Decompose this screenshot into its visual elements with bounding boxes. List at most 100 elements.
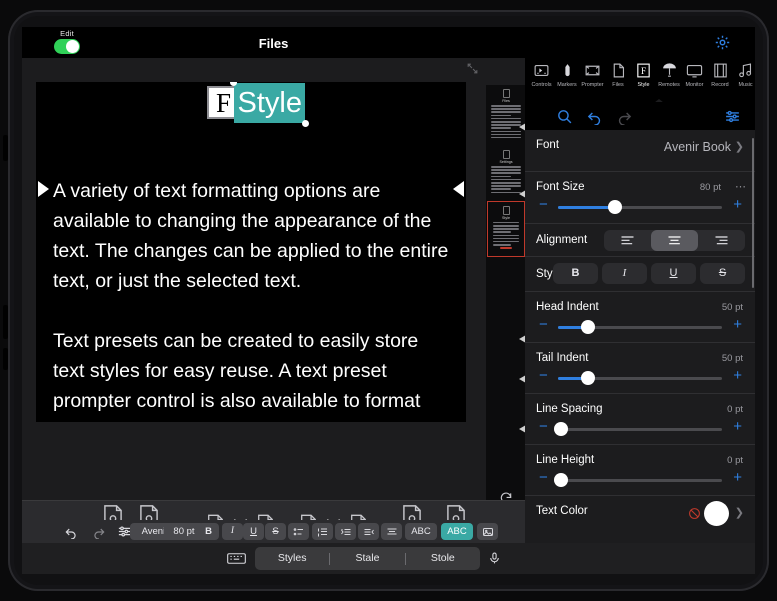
panel-scrollbar[interactable] (751, 138, 754, 288)
abc-highlight-button[interactable]: ABC (441, 523, 473, 540)
document-body[interactable]: A variety of text formatting options are… (53, 176, 449, 416)
slider-knob[interactable] (580, 320, 595, 334)
list-bullet-icon[interactable] (288, 523, 309, 540)
minimap-highlight-line (499, 247, 513, 249)
tail-indent-slider[interactable] (558, 371, 722, 385)
minimap-section[interactable]: Style (487, 200, 525, 258)
expand-icon[interactable] (466, 62, 479, 75)
suggestion-list[interactable]: Styles Stale Stole (255, 547, 480, 570)
minimap-line (491, 178, 521, 181)
gear-icon[interactable] (714, 34, 731, 51)
bold-button[interactable]: B (553, 263, 598, 284)
decrement-button[interactable]: − (539, 419, 548, 435)
minimap-line (491, 111, 521, 113)
align-center-icon[interactable] (651, 230, 698, 251)
microphone-icon[interactable] (488, 550, 501, 567)
slider-knob[interactable] (580, 371, 595, 385)
film-icon (710, 62, 731, 80)
chevron-right-icon[interactable]: ❯ (735, 506, 744, 519)
document-canvas[interactable]: F Style A variety of text formatting opt… (36, 82, 466, 422)
title-block[interactable]: F Style (36, 82, 466, 127)
strikethrough-button[interactable]: S (700, 263, 745, 284)
paragraph[interactable]: Text presets can be created to easily st… (53, 326, 449, 416)
row-line-height[interactable]: Line Height 0 pt − + (525, 444, 755, 495)
selection-handle-end[interactable] (301, 120, 309, 127)
row-text-color[interactable]: Text Color ❯ (525, 495, 755, 531)
suggestion-item[interactable]: Styles (255, 547, 329, 570)
paragraph[interactable]: A variety of text formatting options are… (53, 176, 449, 296)
volume-up-button[interactable] (3, 135, 8, 161)
selected-text[interactable]: Style (234, 83, 305, 123)
italic-button[interactable]: I (222, 523, 243, 540)
list-numbered-icon[interactable] (312, 523, 333, 540)
row-label: Font Size (536, 181, 585, 193)
row-head-indent[interactable]: Head Indent 50 pt − + (525, 291, 755, 342)
bold-button[interactable]: B (198, 523, 219, 540)
row-font[interactable]: Font Avenir Book ❯ (525, 130, 755, 171)
decrement-button[interactable]: − (539, 317, 548, 333)
align-center-icon[interactable] (381, 523, 402, 540)
text-selection[interactable]: Style (230, 82, 309, 127)
italic-button[interactable]: I (602, 263, 647, 284)
slider-knob[interactable] (608, 200, 623, 214)
document-minimap[interactable]: Files Settings Style (486, 85, 526, 513)
abc-plain-button[interactable]: ABC (405, 523, 437, 540)
decrement-button[interactable]: − (539, 368, 548, 384)
suggestion-item[interactable]: Stole (406, 547, 480, 570)
underline-button[interactable]: U (243, 523, 264, 540)
increment-button[interactable]: + (733, 419, 742, 435)
increment-button[interactable]: + (733, 317, 742, 333)
line-spacing-slider[interactable] (554, 422, 722, 436)
undo-button[interactable] (60, 523, 81, 540)
tab-label: Music (738, 82, 753, 88)
decrement-button[interactable]: − (539, 470, 548, 486)
row-tail-indent[interactable]: Tail Indent 50 pt − + (525, 342, 755, 393)
font-size-slider[interactable] (558, 200, 722, 214)
decrement-button[interactable]: − (539, 197, 548, 213)
panel-settings-icon[interactable] (724, 108, 741, 125)
style-button-group[interactable]: B I U S (553, 263, 745, 284)
minimap-line (491, 133, 521, 136)
slider-knob[interactable] (554, 422, 569, 436)
minimap-line (493, 234, 519, 237)
indent-increase-icon[interactable] (335, 523, 356, 540)
keyboard-icon[interactable] (227, 552, 246, 565)
redo-icon[interactable] (616, 108, 633, 126)
minimap-line (491, 169, 521, 171)
row-line-spacing[interactable]: Line Spacing 0 pt − + (525, 393, 755, 444)
align-right-icon[interactable] (698, 230, 745, 251)
increment-button[interactable]: + (733, 368, 742, 384)
indent-decrease-icon[interactable] (358, 523, 379, 540)
more-options-icon[interactable]: ⋯ (735, 180, 747, 193)
screen: Edit Files F Style A variety of text for… (22, 27, 755, 574)
line-height-slider[interactable] (554, 473, 722, 487)
slider-knob[interactable] (554, 473, 569, 487)
row-style[interactable]: Style B I U S (525, 256, 755, 291)
increment-button[interactable]: + (733, 470, 742, 486)
increment-button[interactable]: + (733, 197, 742, 213)
undo-icon[interactable] (586, 108, 603, 126)
tab-music[interactable]: Music (731, 62, 755, 88)
strikethrough-button[interactable]: S (265, 523, 286, 540)
insert-image-icon[interactable] (477, 523, 498, 540)
align-left-icon[interactable] (604, 230, 651, 251)
text-editor[interactable]: F Style A variety of text formatting opt… (22, 58, 544, 574)
head-indent-slider[interactable] (558, 320, 722, 334)
minimap-section[interactable]: Files (486, 85, 526, 146)
row-value: 50 pt (721, 302, 743, 313)
files-icon (608, 62, 629, 80)
row-font-size[interactable]: Font Size 80 pt ⋯ − + (525, 171, 755, 223)
prompter-icon (582, 62, 603, 80)
volume-down-button[interactable] (3, 305, 8, 339)
chevron-right-icon[interactable]: ❯ (735, 140, 744, 153)
suggestion-item[interactable]: Stale (330, 547, 404, 570)
panel-tab-bar: Controls Markers Prompter Files F Style Remote… (525, 58, 755, 102)
color-swatch[interactable] (704, 501, 729, 526)
underline-button[interactable]: U (651, 263, 696, 284)
power-button[interactable] (3, 348, 8, 370)
row-alignment[interactable]: Alignment (525, 223, 755, 256)
redo-button[interactable] (88, 523, 109, 540)
search-icon[interactable] (556, 108, 573, 125)
no-color-icon[interactable] (688, 507, 701, 520)
alignment-segmented-control[interactable] (604, 230, 745, 251)
